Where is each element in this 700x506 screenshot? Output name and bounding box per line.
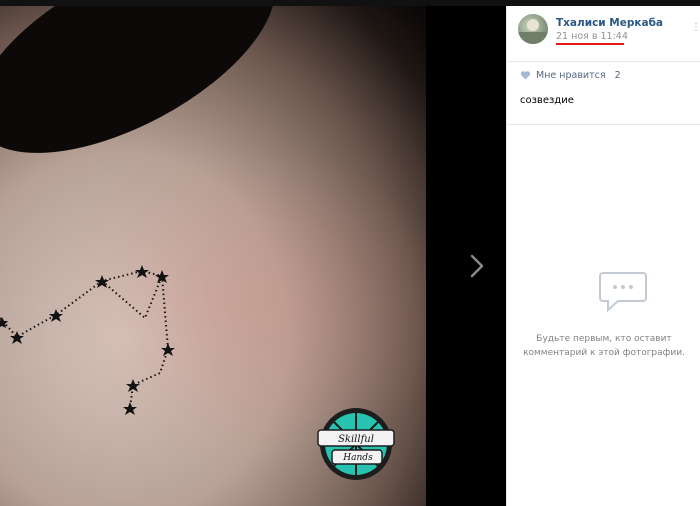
speech-bubble-icon bbox=[598, 270, 648, 314]
divider bbox=[507, 61, 700, 62]
post-header: Тхалиси Меркаба 21 ноя в 11:44 ⋮ bbox=[507, 6, 700, 61]
watermark-text-bottom: Hands bbox=[342, 453, 373, 463]
watermark-text-top: Skillful bbox=[338, 434, 374, 445]
author-name[interactable]: Тхалиси Меркаба bbox=[556, 17, 663, 29]
empty-comments-line1: Будьте первым, кто оставит bbox=[536, 334, 672, 344]
chevron-right-icon[interactable] bbox=[466, 252, 490, 280]
more-icon[interactable]: ⋮ bbox=[691, 22, 700, 38]
photo-viewer: Skillful Hands Тхалиси Меркаба 21 ноя в … bbox=[0, 0, 700, 506]
empty-comments-line2: комментарий к этой фотографии. bbox=[523, 348, 685, 358]
empty-comments-text: Будьте первым, кто оставит комментарий к… bbox=[507, 332, 700, 360]
likes-label: Мне нравится bbox=[536, 69, 606, 81]
date-underline-annotation bbox=[556, 43, 624, 45]
info-panel: Тхалиси Меркаба 21 ноя в 11:44 ⋮ Мне нра… bbox=[506, 6, 700, 506]
like-button[interactable]: Мне нравится 2 bbox=[520, 68, 621, 82]
top-strip bbox=[0, 0, 700, 6]
photo-caption: созвездие bbox=[520, 95, 574, 106]
heart-icon bbox=[520, 71, 531, 80]
likes-count[interactable]: 2 bbox=[615, 70, 621, 81]
watermark-logo: Skillful Hands bbox=[316, 404, 396, 484]
divider bbox=[507, 124, 700, 125]
post-date[interactable]: 21 ноя в 11:44 bbox=[556, 31, 628, 42]
avatar[interactable] bbox=[518, 14, 548, 44]
